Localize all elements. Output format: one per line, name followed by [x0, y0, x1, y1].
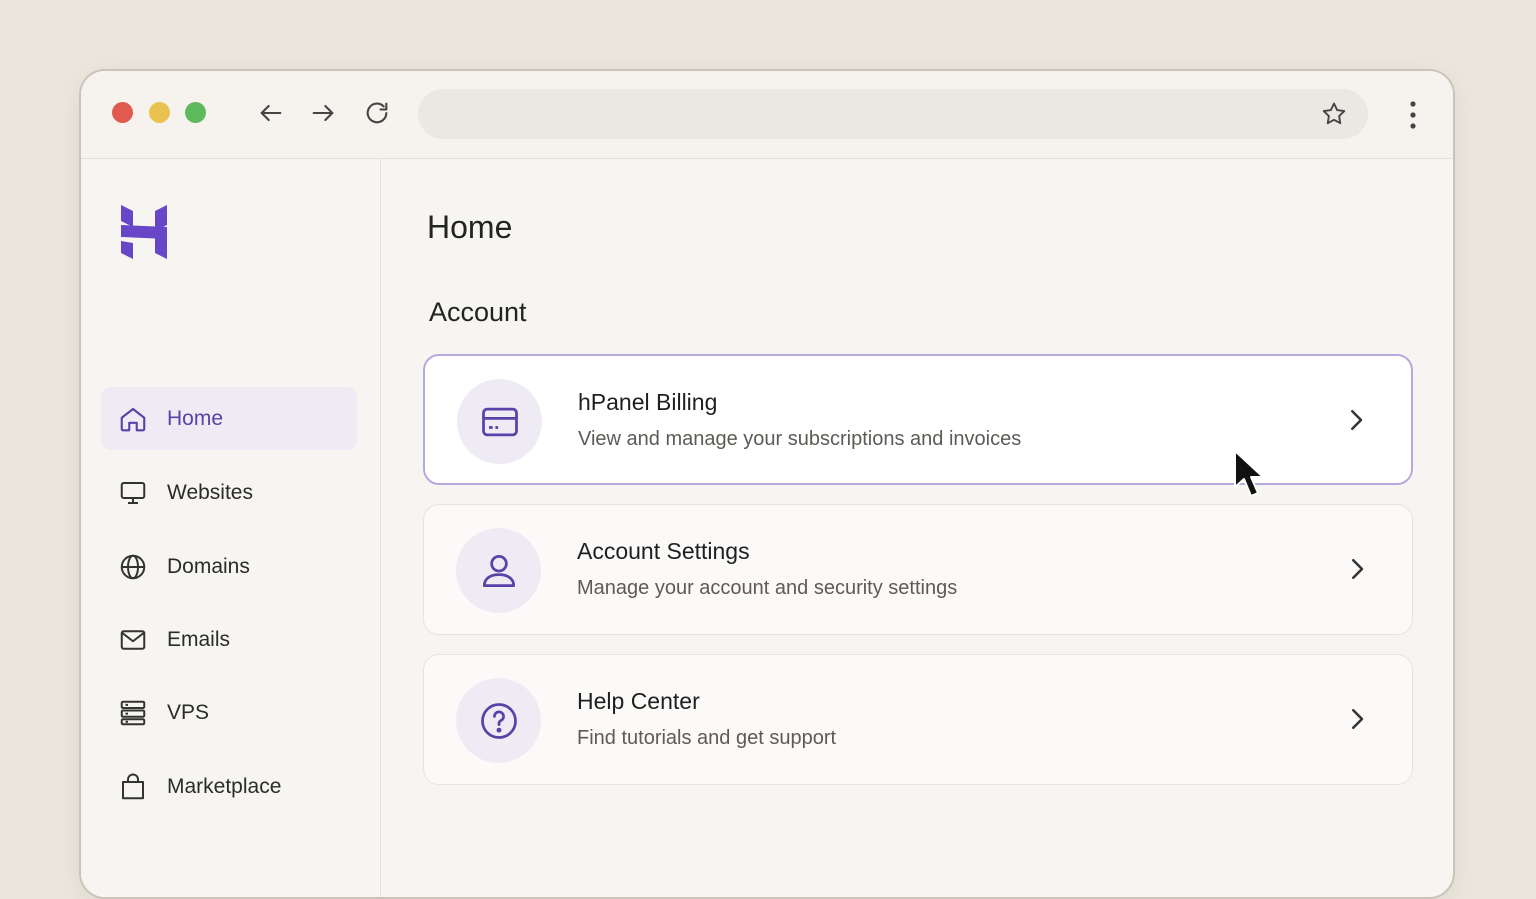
browser-window: Home Websites Domains Emails VPS Marketp…: [79, 69, 1455, 899]
arrow-right-icon: [312, 104, 334, 122]
home-icon: [117, 403, 149, 435]
chevron-right-icon: [1352, 559, 1364, 579]
main-content: Home Account hPanel Billing View and man…: [381, 159, 1453, 897]
reload-button[interactable]: [361, 97, 393, 129]
shopping-bag-icon: [117, 771, 149, 803]
sidebar-item-emails[interactable]: Emails: [101, 608, 357, 671]
sidebar-item-websites[interactable]: Websites: [101, 461, 357, 524]
sidebar: Home Websites Domains Emails VPS Marketp…: [81, 159, 381, 897]
sidebar-item-label: Domains: [167, 554, 250, 578]
close-window-button[interactable]: [112, 102, 133, 123]
browser-toolbar: [81, 71, 1453, 159]
maximize-window-button[interactable]: [185, 102, 206, 123]
sidebar-item-home[interactable]: Home: [101, 387, 357, 450]
chevron-right-icon: [1351, 410, 1363, 430]
card-icon-badge: [456, 678, 541, 763]
card-description: View and manage your subscriptions and i…: [578, 428, 1022, 450]
card-title: Account Settings: [577, 538, 750, 564]
back-button[interactable]: [255, 97, 287, 129]
card-help-center[interactable]: Help Center Find tutorials and get suppo…: [423, 654, 1413, 785]
card-title: hPanel Billing: [578, 389, 718, 415]
sidebar-item-label: Marketplace: [167, 774, 282, 798]
browser-menu-button[interactable]: [1399, 99, 1427, 131]
help-circle-icon: [480, 702, 517, 739]
hostinger-logo[interactable]: [119, 205, 169, 259]
card-description: Find tutorials and get support: [577, 727, 837, 749]
forward-button[interactable]: [307, 97, 339, 129]
reload-icon: [366, 102, 388, 124]
globe-icon: [117, 551, 149, 583]
card-hpanel-billing[interactable]: hPanel Billing View and manage your subs…: [423, 354, 1413, 485]
address-bar[interactable]: [418, 89, 1368, 139]
server-icon: [117, 697, 149, 729]
monitor-icon: [117, 477, 149, 509]
arrow-left-icon: [260, 104, 282, 122]
card-description: Manage your account and security setting…: [577, 577, 958, 599]
sidebar-item-label: Home: [167, 406, 224, 430]
sidebar-item-domains[interactable]: Domains: [101, 535, 357, 598]
card-icon-badge: [456, 528, 541, 613]
sidebar-item-label: Emails: [167, 627, 231, 651]
card-account-settings[interactable]: Account Settings Manage your account and…: [423, 504, 1413, 635]
kebab-menu-icon: [1410, 101, 1416, 129]
card-icon-badge: [457, 379, 542, 464]
section-title: Account: [429, 297, 527, 327]
mail-icon: [117, 624, 149, 656]
user-icon: [482, 554, 515, 587]
minimize-window-button[interactable]: [149, 102, 170, 123]
credit-card-icon: [481, 407, 518, 436]
sidebar-item-marketplace[interactable]: Marketplace: [101, 755, 357, 818]
sidebar-item-label: VPS: [167, 700, 210, 724]
sidebar-item-vps[interactable]: VPS: [101, 681, 357, 744]
star-icon[interactable]: [1320, 100, 1348, 128]
sidebar-item-label: Websites: [167, 480, 253, 504]
chevron-right-icon: [1352, 709, 1364, 729]
page-title: Home: [427, 209, 513, 245]
card-title: Help Center: [577, 688, 700, 714]
